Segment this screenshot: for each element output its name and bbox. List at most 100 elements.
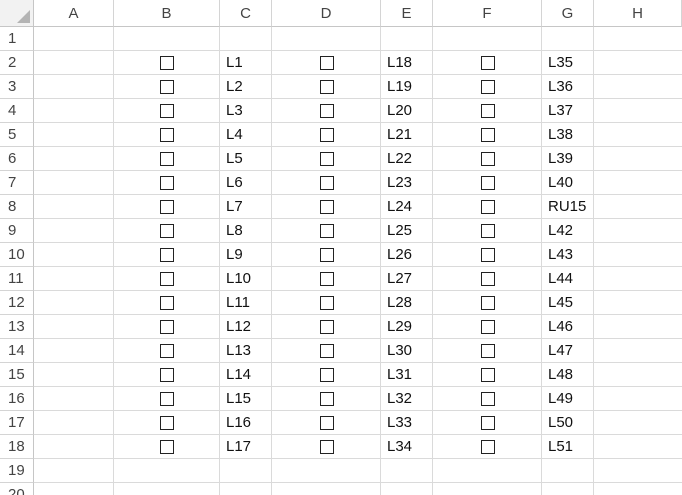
row-header-2[interactable]: 2 [0, 51, 34, 75]
cell-label-e13[interactable]: L29 [387, 315, 412, 339]
checkbox-d15[interactable] [320, 368, 334, 382]
column-header-a[interactable]: A [34, 0, 114, 27]
cell-label-c18[interactable]: L17 [226, 435, 251, 459]
checkbox-b8[interactable] [160, 200, 174, 214]
checkbox-b18[interactable] [160, 440, 174, 454]
cell-label-e8[interactable]: L24 [387, 195, 412, 219]
checkbox-d3[interactable] [320, 80, 334, 94]
checkbox-d13[interactable] [320, 320, 334, 334]
cell-label-g3[interactable]: L36 [548, 75, 573, 99]
checkbox-f13[interactable] [481, 320, 495, 334]
cell-label-g6[interactable]: L39 [548, 147, 573, 171]
checkbox-b13[interactable] [160, 320, 174, 334]
cell-label-g2[interactable]: L35 [548, 51, 573, 75]
checkbox-f11[interactable] [481, 272, 495, 286]
cell-label-c10[interactable]: L9 [226, 243, 243, 267]
cell-label-c17[interactable]: L16 [226, 411, 251, 435]
select-all-corner[interactable] [0, 0, 34, 27]
cell-label-g16[interactable]: L49 [548, 387, 573, 411]
checkbox-b6[interactable] [160, 152, 174, 166]
row-header-16[interactable]: 16 [0, 387, 34, 411]
cell-label-c7[interactable]: L6 [226, 171, 243, 195]
checkbox-d11[interactable] [320, 272, 334, 286]
row-header-17[interactable]: 17 [0, 411, 34, 435]
checkbox-b17[interactable] [160, 416, 174, 430]
checkbox-b11[interactable] [160, 272, 174, 286]
cell-label-g15[interactable]: L48 [548, 363, 573, 387]
spreadsheet-grid[interactable]: A B C D E F G H 1 2 3 4 5 6 7 8 9 10 11 12 13 14 15 16 17 18 19 20 L… [0, 0, 682, 495]
cell-label-c4[interactable]: L3 [226, 99, 243, 123]
checkbox-f17[interactable] [481, 416, 495, 430]
checkbox-b2[interactable] [160, 56, 174, 70]
column-header-h[interactable]: H [594, 0, 682, 27]
checkbox-d16[interactable] [320, 392, 334, 406]
row-header-6[interactable]: 6 [0, 147, 34, 171]
column-header-b[interactable]: B [114, 0, 220, 27]
cell-label-e5[interactable]: L21 [387, 123, 412, 147]
checkbox-b7[interactable] [160, 176, 174, 190]
row-header-1[interactable]: 1 [0, 27, 34, 51]
checkbox-f10[interactable] [481, 248, 495, 262]
checkbox-d10[interactable] [320, 248, 334, 262]
cell-label-e14[interactable]: L30 [387, 339, 412, 363]
checkbox-f6[interactable] [481, 152, 495, 166]
column-header-e[interactable]: E [381, 0, 433, 27]
checkbox-b3[interactable] [160, 80, 174, 94]
cell-label-g18[interactable]: L51 [548, 435, 573, 459]
cell-label-c2[interactable]: L1 [226, 51, 243, 75]
checkbox-d8[interactable] [320, 200, 334, 214]
row-header-20[interactable]: 20 [0, 483, 34, 495]
column-header-g[interactable]: G [542, 0, 594, 27]
checkbox-f14[interactable] [481, 344, 495, 358]
checkbox-b4[interactable] [160, 104, 174, 118]
row-header-4[interactable]: 4 [0, 99, 34, 123]
row-header-18[interactable]: 18 [0, 435, 34, 459]
checkbox-b16[interactable] [160, 392, 174, 406]
row-header-9[interactable]: 9 [0, 219, 34, 243]
checkbox-b9[interactable] [160, 224, 174, 238]
cell-label-e10[interactable]: L26 [387, 243, 412, 267]
cell-label-e11[interactable]: L27 [387, 267, 412, 291]
cell-label-c8[interactable]: L7 [226, 195, 243, 219]
cell-label-e16[interactable]: L32 [387, 387, 412, 411]
cell-label-c6[interactable]: L5 [226, 147, 243, 171]
cell-label-e18[interactable]: L34 [387, 435, 412, 459]
checkbox-f2[interactable] [481, 56, 495, 70]
cell-label-g4[interactable]: L37 [548, 99, 573, 123]
row-header-14[interactable]: 14 [0, 339, 34, 363]
cell-label-c13[interactable]: L12 [226, 315, 251, 339]
checkbox-d17[interactable] [320, 416, 334, 430]
cell-label-g14[interactable]: L47 [548, 339, 573, 363]
cell-label-e2[interactable]: L18 [387, 51, 412, 75]
row-header-12[interactable]: 12 [0, 291, 34, 315]
cell-label-c14[interactable]: L13 [226, 339, 251, 363]
cell-label-e15[interactable]: L31 [387, 363, 412, 387]
cell-label-g11[interactable]: L44 [548, 267, 573, 291]
cell-label-e3[interactable]: L19 [387, 75, 412, 99]
checkbox-f15[interactable] [481, 368, 495, 382]
row-header-5[interactable]: 5 [0, 123, 34, 147]
checkbox-d5[interactable] [320, 128, 334, 142]
checkbox-b5[interactable] [160, 128, 174, 142]
checkbox-b12[interactable] [160, 296, 174, 310]
checkbox-f8[interactable] [481, 200, 495, 214]
row-header-15[interactable]: 15 [0, 363, 34, 387]
checkbox-d2[interactable] [320, 56, 334, 70]
column-header-d[interactable]: D [272, 0, 381, 27]
cell-label-c3[interactable]: L2 [226, 75, 243, 99]
cell-label-c5[interactable]: L4 [226, 123, 243, 147]
checkbox-d9[interactable] [320, 224, 334, 238]
cell-label-e17[interactable]: L33 [387, 411, 412, 435]
checkbox-f16[interactable] [481, 392, 495, 406]
checkbox-d6[interactable] [320, 152, 334, 166]
cell-label-e9[interactable]: L25 [387, 219, 412, 243]
row-header-10[interactable]: 10 [0, 243, 34, 267]
checkbox-f5[interactable] [481, 128, 495, 142]
row-header-13[interactable]: 13 [0, 315, 34, 339]
checkbox-d12[interactable] [320, 296, 334, 310]
row-header-19[interactable]: 19 [0, 459, 34, 483]
cell-label-c16[interactable]: L15 [226, 387, 251, 411]
checkbox-b10[interactable] [160, 248, 174, 262]
row-header-11[interactable]: 11 [0, 267, 34, 291]
checkbox-b15[interactable] [160, 368, 174, 382]
